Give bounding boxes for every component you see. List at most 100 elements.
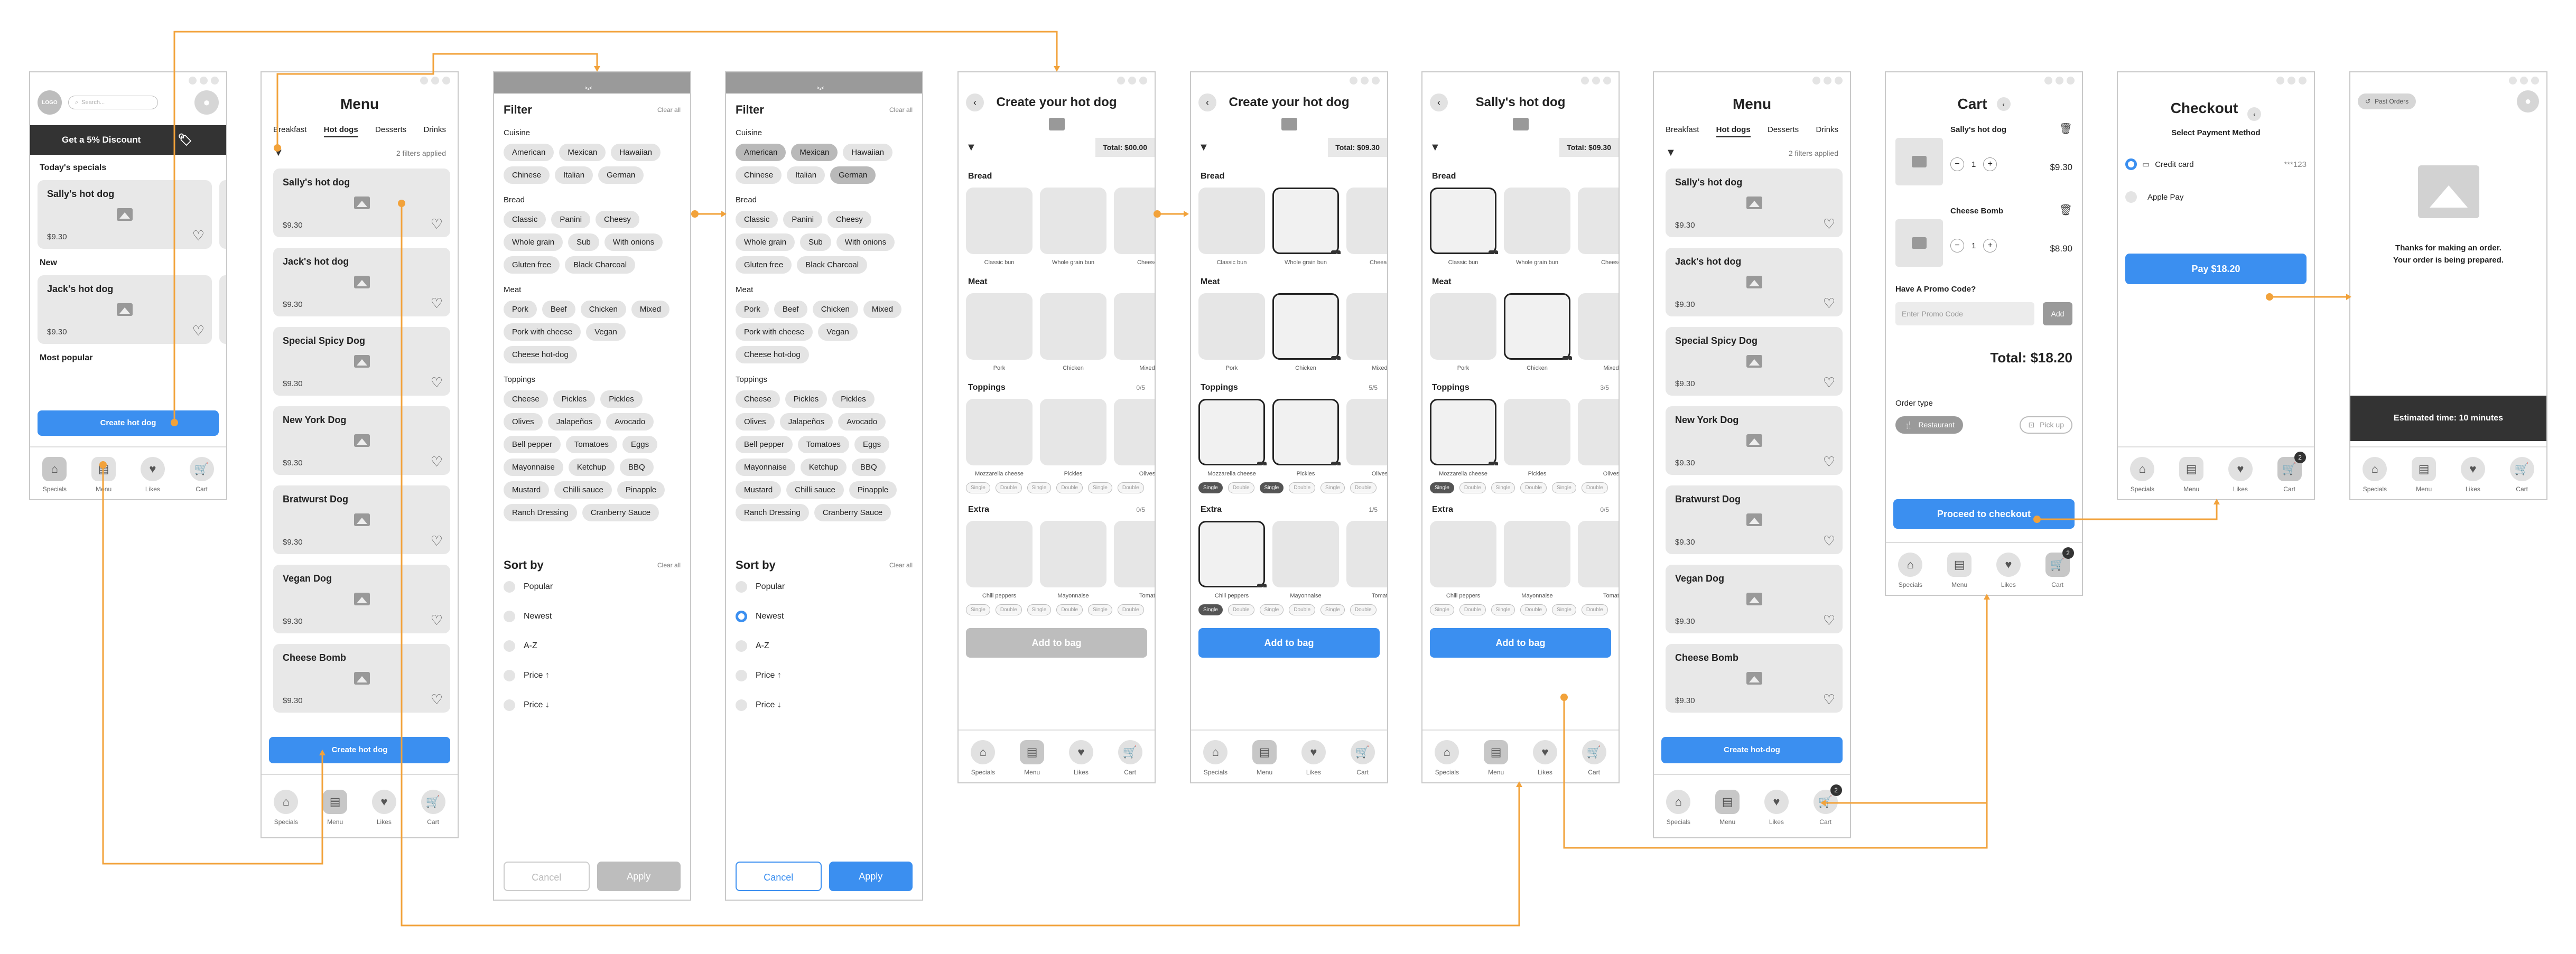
create-hot-dog-button[interactable]: Create hot dog <box>38 410 219 436</box>
filter-icon[interactable]: ▼ <box>1666 147 1676 159</box>
nav-specials[interactable]: ⌂ Specials <box>1898 553 1923 588</box>
plus-icon[interactable]: + <box>1983 157 1997 171</box>
sort-option[interactable]: Price ↑ <box>726 661 922 690</box>
option-tile[interactable] <box>1114 293 1155 360</box>
filter-chip[interactable]: Mixed <box>863 301 901 318</box>
option-tile[interactable] <box>1346 399 1387 465</box>
single-pill[interactable]: Single <box>1259 604 1284 615</box>
nav-cart[interactable]: 🛒 2 Cart <box>2277 452 2306 493</box>
sort-option[interactable]: A-Z <box>494 631 690 661</box>
payment-option-card[interactable]: ▭ Credit card ***123 <box>2118 158 2314 170</box>
nav-specials[interactable]: ⌂ Specials <box>1666 790 1691 826</box>
radio[interactable] <box>2125 191 2137 203</box>
filter-chip[interactable]: Italian <box>555 166 593 184</box>
product-card[interactable]: Sally's hot dog $9.30 ♡ <box>273 169 450 237</box>
option-tile[interactable] <box>1114 399 1155 465</box>
filter-chip[interactable]: Eggs <box>854 436 890 453</box>
option-tile[interactable] <box>1578 399 1619 465</box>
tab-hot-dogs[interactable]: Hot dogs <box>323 125 358 137</box>
double-pill[interactable]: Double <box>1581 604 1608 615</box>
radio[interactable] <box>736 581 747 593</box>
filter-chip[interactable]: Cheesy <box>827 211 871 228</box>
cancel-button[interactable]: Cancel <box>504 862 590 891</box>
nav-specials[interactable]: ⌂ Specials <box>2363 457 2387 493</box>
single-pill[interactable]: Single <box>1320 482 1345 493</box>
filter-chip[interactable]: Mustard <box>736 481 782 499</box>
filter-chip[interactable]: Hawaiian <box>611 144 661 161</box>
tab-breakfast[interactable]: Breakfast <box>273 125 306 137</box>
filter-chip[interactable]: Mixed <box>631 301 669 318</box>
option-tile[interactable] <box>1272 188 1341 254</box>
option-tile[interactable] <box>1272 399 1341 465</box>
product-card[interactable]: Bratwurst Dog $9.30 ♡ <box>273 485 450 554</box>
heart-icon[interactable]: ♡ <box>192 229 204 242</box>
filter-chip[interactable]: Chinese <box>504 166 550 184</box>
nav-likes[interactable]: ♥ Likes <box>1996 553 2021 588</box>
filter-chip[interactable]: Olives <box>504 413 543 431</box>
nav-menu[interactable]: ▤ Menu <box>1947 553 1972 588</box>
filter-chip[interactable]: Sub <box>568 233 599 251</box>
filter-chip[interactable]: Beef <box>542 301 575 318</box>
nav-likes[interactable]: ♥ Likes <box>1532 740 1557 776</box>
radio[interactable] <box>736 699 747 711</box>
nav-menu[interactable]: ▤ Menu <box>323 790 348 826</box>
double-pill[interactable]: Double <box>1117 604 1144 615</box>
filter-chip[interactable]: Chilli sauce <box>786 481 844 499</box>
clear-all-link[interactable]: Clear all <box>657 562 681 569</box>
filter-chip[interactable]: Mayonnaise <box>504 459 563 476</box>
chevron-left-icon[interactable]: ‹ <box>1996 97 2011 111</box>
option-tile[interactable] <box>966 521 1033 587</box>
double-pill[interactable]: Double <box>1581 482 1608 493</box>
product-card[interactable] <box>219 180 226 249</box>
nav-cart[interactable]: 🛒 2 Cart <box>2045 547 2074 588</box>
option-tile[interactable] <box>966 188 1033 254</box>
restaurant-toggle[interactable]: 🍴 Restaurant <box>1895 416 1963 434</box>
trash-icon[interactable]: 🗑 <box>2059 203 2072 217</box>
filter-chip[interactable]: Ranch Dressing <box>504 504 577 521</box>
product-card[interactable]: Special Spicy Dog $9.30 ♡ <box>273 327 450 396</box>
filter-chip[interactable]: Ketchup <box>800 459 847 476</box>
filter-chip[interactable]: Mexican <box>791 144 838 161</box>
filter-chip[interactable]: Chicken <box>812 301 858 318</box>
clear-all-link[interactable]: Clear all <box>889 106 913 114</box>
product-card[interactable]: Bratwurst Dog $9.30 ♡ <box>1666 485 1843 554</box>
product-card[interactable]: New York Dog $9.30 ♡ <box>273 406 450 475</box>
filter-chip[interactable]: Gluten free <box>736 256 792 274</box>
radio[interactable] <box>504 640 515 652</box>
apply-button[interactable]: Apply <box>597 862 681 891</box>
filter-chip[interactable]: Mexican <box>559 144 606 161</box>
double-pill[interactable]: Double <box>1056 604 1083 615</box>
option-tile[interactable] <box>1504 293 1572 360</box>
product-card[interactable]: Vegan Dog $9.30 ♡ <box>273 565 450 633</box>
double-pill[interactable]: Double <box>1289 604 1316 615</box>
filter-chip[interactable]: Avocado <box>838 413 886 431</box>
pickup-toggle[interactable]: ⊡ Pick up <box>2020 416 2072 434</box>
option-tile[interactable] <box>1272 521 1339 587</box>
filter-chip[interactable]: Pickles <box>600 390 643 408</box>
chevron-down-icon[interactable]: ︾ <box>817 85 824 96</box>
chevron-left-icon[interactable]: ‹ <box>2247 107 2262 121</box>
filter-chip[interactable]: Tomatoes <box>797 436 849 453</box>
single-pill[interactable]: Single <box>1430 482 1454 493</box>
sort-option[interactable]: Popular <box>726 572 922 602</box>
product-card[interactable]: Sally's hot dog $9.30 ♡ <box>1666 169 1843 237</box>
filter-chip[interactable]: Pork with cheese <box>504 323 581 341</box>
sort-option[interactable]: Newest <box>494 602 690 631</box>
filter-chip[interactable]: Panini <box>783 211 823 228</box>
radio[interactable] <box>504 699 515 711</box>
single-pill[interactable]: Single <box>1027 482 1052 493</box>
single-pill[interactable]: Single <box>1198 482 1223 493</box>
filter-chip[interactable]: Avocado <box>606 413 654 431</box>
filter-chip[interactable]: Cheese hot-dog <box>504 346 577 363</box>
nav-menu[interactable]: ▤ Menu <box>1252 740 1277 776</box>
nav-cart[interactable]: 🛒 Cart <box>1118 740 1142 776</box>
radio[interactable] <box>504 581 515 593</box>
product-card[interactable] <box>219 275 226 344</box>
nav-menu[interactable]: ▤ Menu <box>1020 740 1045 776</box>
filter-chip[interactable]: Jalapeños <box>779 413 833 431</box>
option-tile[interactable] <box>966 399 1033 465</box>
filter-chip[interactable]: Italian <box>787 166 825 184</box>
nav-likes[interactable]: ♥ Likes <box>371 790 396 826</box>
nav-specials[interactable]: ⌂ Specials <box>274 790 299 826</box>
double-pill[interactable]: Double <box>1459 604 1486 615</box>
